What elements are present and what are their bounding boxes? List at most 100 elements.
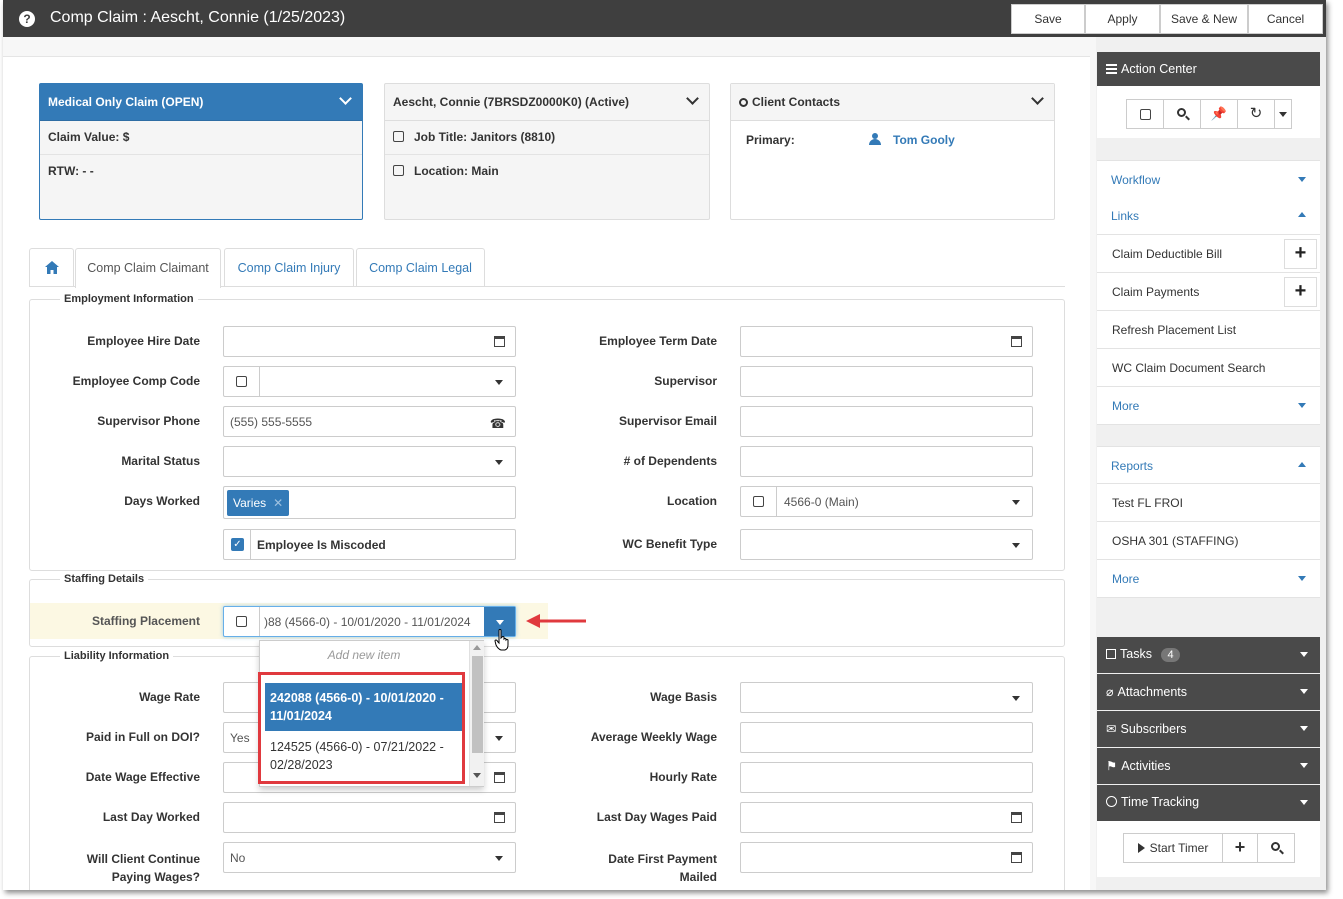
chevron-down-icon[interactable] [1300,726,1308,731]
benefit-type-select[interactable] [740,529,1033,560]
chevron-down-icon[interactable] [495,856,503,861]
staffing-placement-link[interactable] [224,607,260,636]
chevron-down-icon[interactable] [1300,689,1308,694]
attachments-section[interactable]: ⌀ Attachments [1097,674,1320,710]
chevron-down-icon[interactable] [339,92,352,105]
chevron-down-icon[interactable] [1298,403,1306,408]
tab-comp-claim-injury[interactable]: Comp Claim Injury [224,248,354,286]
start-timer-button[interactable]: Start Timer [1123,833,1223,863]
comp-code-select[interactable] [223,366,516,397]
dependents-input[interactable] [740,446,1033,477]
chevron-down-icon[interactable] [1298,576,1306,581]
primary-contact-link[interactable]: Tom Gooly [893,133,955,147]
reports-section[interactable]: Reports [1097,446,1320,484]
scroll-up-icon[interactable] [473,645,481,650]
subscribers-section[interactable]: ✉ Subscribers [1097,711,1320,747]
comp-code-link[interactable] [224,367,260,396]
chevron-down-icon[interactable] [1012,500,1020,505]
external-link-icon[interactable] [393,165,404,176]
cancel-button[interactable]: Cancel [1248,4,1323,34]
supervisor-email-input[interactable] [740,406,1033,437]
calendar-icon[interactable] [1011,336,1022,347]
link-refresh-placement-list[interactable]: Refresh Placement List [1097,311,1320,349]
time-tracking-section[interactable]: Time Tracking [1097,785,1320,821]
chevron-down-icon[interactable] [686,92,699,105]
search-time-button[interactable] [1257,833,1295,863]
last-wages-paid-input[interactable] [740,802,1033,833]
chevron-down-icon[interactable] [1012,696,1020,701]
hourly-rate-input[interactable] [740,762,1033,793]
first-payment-input[interactable] [740,842,1033,873]
link-wc-claim-document-search[interactable]: WC Claim Document Search [1097,349,1320,387]
avg-wage-input[interactable] [740,722,1033,753]
wage-basis-select[interactable] [740,682,1033,713]
link-claim-deductible-bill[interactable]: Claim Deductible Bill + [1097,235,1320,273]
reports-more[interactable]: More [1097,560,1320,598]
save-button[interactable]: Save [1011,4,1085,34]
chevron-down-icon[interactable] [1300,652,1308,657]
scroll-down-icon[interactable] [473,773,481,778]
calendar-icon[interactable] [494,336,505,347]
continue-wages-select[interactable]: No [223,842,516,873]
tasks-section[interactable]: Tasks 4 [1097,637,1320,673]
chevron-down-icon[interactable] [1031,92,1044,105]
chevron-down-icon[interactable] [495,460,503,465]
miscoded-checkbox[interactable]: ✓ [231,538,244,551]
links-section[interactable]: Links [1097,197,1320,235]
chevron-down-icon[interactable] [1298,177,1306,182]
pin-button[interactable]: 📌 [1200,99,1238,129]
location-row[interactable]: Location: Main [385,155,709,189]
external-link-icon[interactable] [236,376,247,387]
help-icon[interactable]: ? [19,11,35,27]
add-new-item-option[interactable]: Add new item [260,641,468,669]
tab-home[interactable] [29,248,74,286]
tab-comp-claim-claimant[interactable]: Comp Claim Claimant [75,248,221,288]
apply-button[interactable]: Apply [1085,4,1160,34]
search-button[interactable] [1163,99,1201,129]
job-title-row[interactable]: Job Title: Janitors (8810) [385,121,709,155]
term-date-input[interactable] [740,326,1033,357]
chevron-down-icon[interactable] [495,736,503,741]
add-button[interactable]: + [1284,239,1317,269]
activities-section[interactable]: ⚑ Activities [1097,748,1320,784]
calendar-icon[interactable] [494,772,505,783]
chevron-down-icon[interactable] [1300,763,1308,768]
calendar-icon[interactable] [1011,812,1022,823]
open-external-button[interactable] [1126,99,1164,129]
miscoded-checkbox-group[interactable]: ✓ Employee Is Miscoded [223,529,516,560]
action-center-header[interactable]: Action Center [1097,52,1320,86]
report-osha-301[interactable]: OSHA 301 (STAFFING) [1097,522,1320,560]
close-icon[interactable]: ✕ [273,496,283,510]
calendar-icon[interactable] [494,812,505,823]
last-day-worked-input[interactable] [223,802,516,833]
save-new-button[interactable]: Save & New [1160,4,1248,34]
claim-card-header[interactable]: Medical Only Claim (OPEN) [40,84,362,121]
employee-card-header[interactable]: Aescht, Connie (7BRSDZ0000K0) (Active) [385,84,709,121]
supervisor-input[interactable] [740,366,1033,397]
tab-comp-claim-legal[interactable]: Comp Claim Legal [356,248,485,286]
scrollbar-thumb[interactable] [472,656,483,753]
chevron-down-icon[interactable] [1012,543,1020,548]
links-more[interactable]: More [1097,387,1320,425]
chevron-up-icon[interactable] [1298,212,1306,217]
external-link-icon[interactable] [236,616,247,627]
chevron-up-icon[interactable] [1298,462,1306,467]
report-test-fl-froi[interactable]: Test FL FROI [1097,484,1320,522]
supervisor-phone-input[interactable]: (555) 555-5555 ☎ [223,406,516,437]
add-time-button[interactable]: + [1222,833,1258,863]
action-menu-button[interactable] [1274,99,1292,129]
workflow-section[interactable]: Workflow [1097,160,1320,198]
dropdown-scrollbar[interactable] [469,641,484,786]
refresh-button[interactable]: ↻ [1237,99,1275,129]
marital-status-select[interactable] [223,446,516,477]
external-link-icon[interactable] [753,496,764,507]
client-contacts-header[interactable]: Client Contacts [731,84,1054,121]
hire-date-input[interactable] [223,326,516,357]
chevron-down-icon[interactable] [495,380,503,385]
location-link[interactable] [741,487,777,516]
add-button[interactable]: + [1284,277,1317,307]
chevron-down-icon[interactable] [496,620,504,625]
days-worked-multiselect[interactable]: Varies ✕ [223,486,516,519]
chevron-down-icon[interactable] [1300,800,1308,805]
external-link-icon[interactable] [393,131,404,142]
